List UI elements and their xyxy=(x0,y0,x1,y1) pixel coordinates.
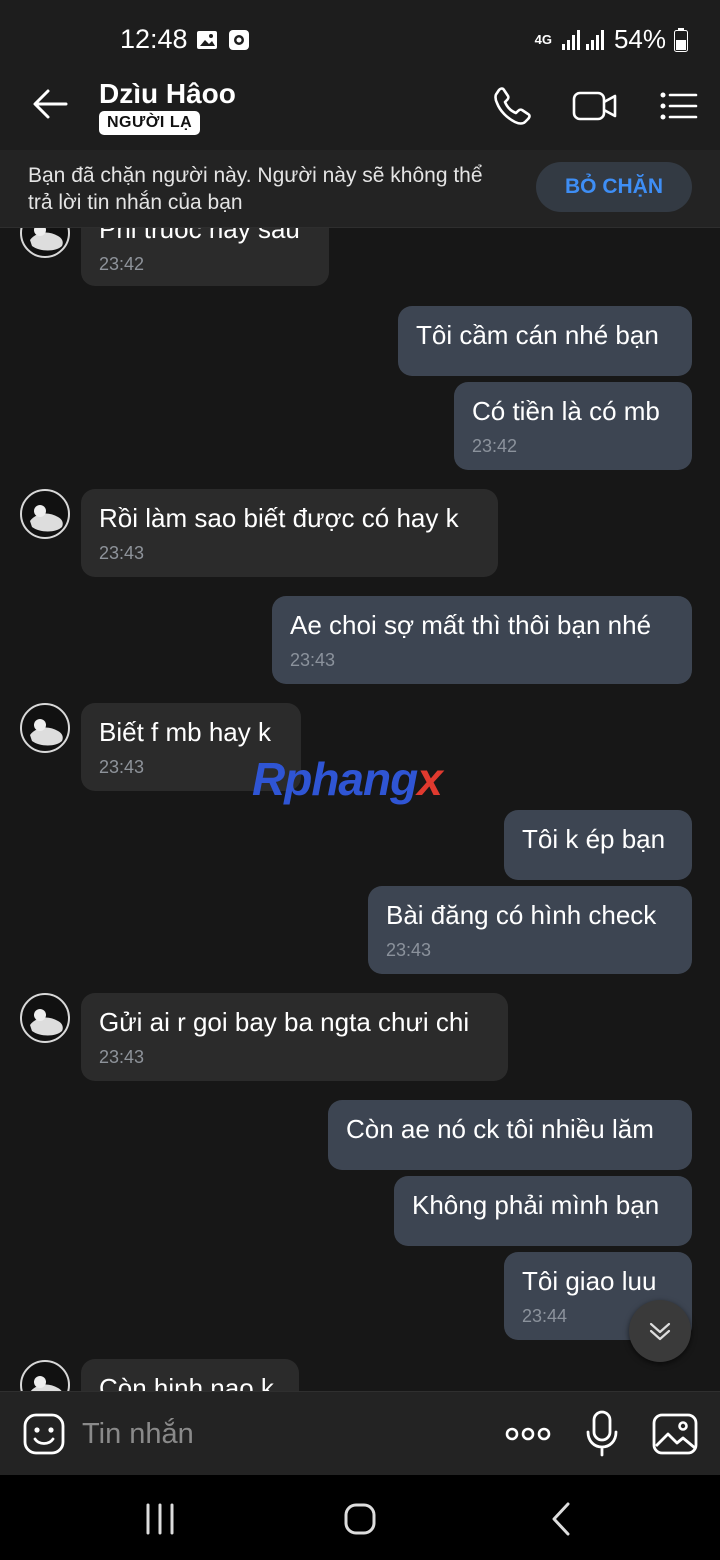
message-text: Tôi cầm cán nhé bạn xyxy=(416,320,659,350)
emoji-icon[interactable] xyxy=(22,1412,66,1456)
message-composer xyxy=(0,1391,720,1475)
message-bubble-outgoing[interactable]: Tôi k ép bạn xyxy=(504,810,692,880)
back-icon[interactable] xyxy=(542,1499,582,1539)
contact-avatar[interactable] xyxy=(20,703,70,753)
message-bubble-outgoing[interactable]: Còn ae nó ck tôi nhiều lăm xyxy=(328,1100,692,1170)
message-bubble-incoming[interactable]: Phi truoc hay sau 23:42 xyxy=(81,228,329,286)
contact-name[interactable]: Dzìu Hâoo xyxy=(99,78,236,110)
message-text: Không phải mình bạn xyxy=(412,1190,660,1220)
message-time: 23:44 xyxy=(522,1306,568,1326)
contact-avatar[interactable] xyxy=(20,1360,70,1391)
gallery-icon[interactable] xyxy=(652,1412,698,1456)
avatar-photo-icon xyxy=(30,505,63,532)
message-bubble-outgoing[interactable]: Ae choi sợ mất thì thôi bạn nhé 23:43 xyxy=(272,596,692,684)
message-time: 23:43 xyxy=(99,1047,145,1067)
system-navigation-bar xyxy=(0,1475,720,1560)
mic-icon[interactable] xyxy=(584,1410,620,1458)
status-notification-icons xyxy=(196,29,250,51)
watermark-logo: Rphangx xyxy=(252,753,443,805)
message-text: Tôi giao luu xyxy=(522,1266,657,1296)
message-text: Biết f mb hay k xyxy=(99,717,271,747)
status-time: 12:48 xyxy=(120,24,188,54)
network-type: 4G xyxy=(534,32,552,47)
scroll-to-bottom-button[interactable] xyxy=(629,1300,691,1362)
message-text: Tôi k ép bạn xyxy=(522,824,666,854)
message-time: 23:42 xyxy=(99,254,145,274)
message-time: 23:43 xyxy=(290,650,336,670)
blocked-notice: Bạn đã chặn người này. Người này sẽ khôn… xyxy=(28,164,483,214)
phone-icon[interactable] xyxy=(490,84,534,128)
contact-avatar[interactable] xyxy=(20,228,70,258)
recent-apps-icon[interactable] xyxy=(140,1499,180,1539)
unblock-button[interactable]: BỎ CHẶN xyxy=(536,162,692,212)
back-arrow-icon[interactable] xyxy=(28,82,72,126)
message-text: Còn hinh nao k xyxy=(99,1373,274,1391)
message-bubble-incoming[interactable]: Còn hinh nao k xyxy=(81,1359,299,1391)
video-icon[interactable] xyxy=(572,84,618,128)
message-text: Gửi ai r goi bay ba ngta chưi chi xyxy=(99,1007,470,1037)
avatar-photo-icon xyxy=(30,719,63,746)
message-text: Còn ae nó ck tôi nhiều lăm xyxy=(346,1114,654,1144)
status-bar: 12:48 4G 54% xyxy=(0,0,720,64)
status-right: 4G 54% xyxy=(535,24,688,55)
message-time: 23:43 xyxy=(99,543,145,563)
image-notification-icon xyxy=(197,31,217,49)
message-text: Phi truoc hay sau xyxy=(99,228,300,244)
menu-list-icon[interactable] xyxy=(656,84,700,128)
avatar-photo-icon xyxy=(30,1376,62,1391)
message-bubble-outgoing[interactable]: Không phải mình bạn xyxy=(394,1176,692,1246)
home-icon[interactable] xyxy=(340,1499,380,1539)
message-bubble-incoming[interactable]: Gửi ai r goi bay ba ngta chưi chi 23:43 xyxy=(81,993,508,1081)
blocked-banner: Bạn đã chặn người này. Người này sẽ khôn… xyxy=(0,150,720,228)
message-text: Có tiền là có mb xyxy=(472,396,660,426)
message-time: 23:43 xyxy=(386,940,432,960)
contact-avatar[interactable] xyxy=(20,993,70,1043)
message-time: 23:43 xyxy=(99,757,145,777)
avatar-photo-icon xyxy=(30,228,63,251)
contact-avatar[interactable] xyxy=(20,489,70,539)
message-input[interactable] xyxy=(82,1412,472,1456)
more-icon[interactable] xyxy=(504,1414,552,1454)
battery-icon xyxy=(674,27,688,52)
message-bubble-outgoing[interactable]: Bài đăng có hình check 23:43 xyxy=(368,886,692,974)
message-time: 23:42 xyxy=(472,436,518,456)
chat-header: Dzìu Hâoo NGƯỜI LẠ xyxy=(0,64,720,150)
message-list[interactable]: Phi truoc hay sau 23:42 Tôi cầm cán nhé … xyxy=(0,228,720,1391)
battery-percent: 54% xyxy=(613,24,666,54)
message-text: Rồi làm sao biết được có hay k xyxy=(99,503,459,533)
message-text: Bài đăng có hình check xyxy=(386,900,657,930)
screen-record-icon xyxy=(229,30,249,50)
message-text: Ae choi sợ mất thì thôi bạn nhé xyxy=(290,610,652,640)
chevron-double-down-icon xyxy=(649,1322,671,1341)
message-bubble-outgoing[interactable]: Tôi cầm cán nhé bạn xyxy=(398,306,692,376)
avatar-photo-icon xyxy=(30,1009,63,1036)
message-bubble-outgoing[interactable]: Có tiền là có mb 23:42 xyxy=(454,382,692,470)
stranger-badge: NGƯỜI LẠ xyxy=(99,111,201,135)
message-bubble-incoming[interactable]: Rồi làm sao biết được có hay k 23:43 xyxy=(81,489,498,577)
signal-icon xyxy=(561,29,604,50)
